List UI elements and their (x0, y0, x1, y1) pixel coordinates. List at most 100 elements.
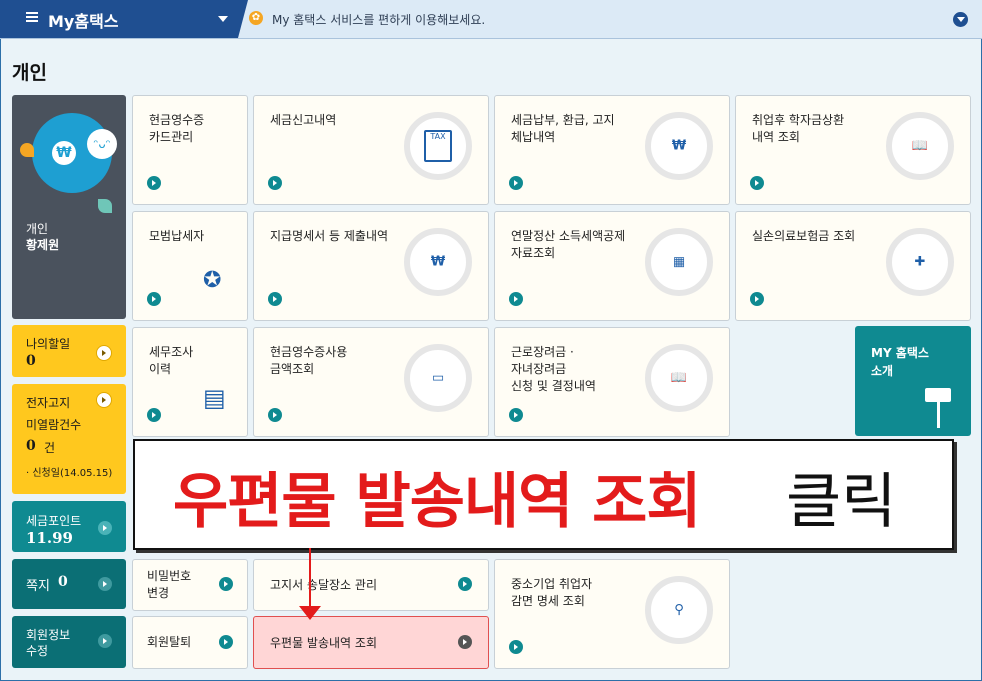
document-won-icon: ₩ (430, 254, 446, 270)
profile-name: 황제원 (26, 238, 60, 252)
ebill-count: 0 (26, 438, 36, 454)
profile-card: ₩ ᵔᴗᵔ 개인 황제원 (12, 95, 126, 319)
tile-earned-income-credit[interactable]: 근로장려금 · 자녀장려금 신청 및 결정내역 📖 (494, 327, 730, 437)
tile-tax-audit-history[interactable]: 세무조사 이력 ▤ (132, 327, 248, 437)
points-label: 세금포인트 (26, 514, 82, 528)
arrow-right-icon[interactable] (147, 176, 161, 190)
won-coin-icon: ₩ (671, 138, 687, 154)
memo-label: 쪽지 (26, 579, 50, 594)
book-icon: 📖 (911, 138, 929, 154)
arrow-right-icon[interactable] (458, 635, 472, 649)
signpost-icon (925, 388, 951, 402)
arrow-right-icon[interactable] (98, 634, 112, 648)
member-info-sub-label: 수정 (26, 644, 49, 658)
ebill-label: 전자고지 (26, 396, 71, 410)
pointer-arrow-icon (299, 606, 321, 620)
member-info-label: 회원정보 (26, 628, 71, 642)
notebook-icon: ▤ (203, 384, 226, 412)
tile-year-end-settlement[interactable]: 연말정산 소득세액공제 자료조회 ▦ (494, 211, 730, 321)
tile-label: 현금영수증사용 금액조회 (270, 345, 348, 376)
arrow-right-icon[interactable] (509, 640, 523, 654)
leaf-icon (98, 199, 112, 213)
points-card[interactable]: 세금포인트 11.99 (12, 501, 126, 552)
ebill-note: · 신청일(14.05.15) (26, 468, 113, 479)
tile-medical-insurance[interactable]: 실손의료보험금 조회 ✚ (735, 211, 971, 321)
memo-card[interactable]: 쪽지 0 (12, 559, 126, 609)
arrow-right-icon[interactable] (509, 292, 523, 306)
callout-highlight-text: 우편물 발송내역 조회 (173, 467, 702, 537)
arrow-right-icon[interactable] (98, 577, 112, 591)
arrow-right-icon[interactable] (96, 392, 112, 408)
arrow-right-icon[interactable] (750, 176, 764, 190)
tax-document-icon: TAX (424, 130, 452, 162)
arrow-right-icon[interactable] (268, 176, 282, 190)
pointer-line (309, 548, 311, 608)
arrow-right-icon[interactable] (268, 292, 282, 306)
arrow-right-icon[interactable] (268, 408, 282, 422)
tile-cash-receipt-usage[interactable]: 현금영수증사용 금액조회 ▭ (253, 327, 489, 437)
tile-label: 세금신고내역 (270, 113, 337, 127)
tile-label: 취업후 학자금상환 내역 조회 (752, 113, 845, 144)
tile-cash-receipt-card[interactable]: 현금영수증 카드관리 (132, 95, 248, 205)
todo-label: 나의할일 (26, 337, 71, 351)
tile-label: 우편물 발송내역 조회 (270, 636, 377, 650)
tile-model-taxpayer[interactable]: 모범납세자 ✪ (132, 211, 248, 321)
tile-label: 세금납부, 환급, 고지 체납내역 (511, 113, 615, 144)
medal-icon: ✪ (203, 268, 222, 293)
tile-label: 연말정산 소득세액공제 자료조회 (511, 229, 626, 260)
points-value: 11.99 (26, 529, 73, 547)
ebill-card[interactable]: 전자고지 미열람건수 0 건 · 신청일(14.05.15) (12, 384, 126, 494)
my-hometax-title: MY 홈택스 소개 (871, 344, 929, 380)
ring: ✚ (886, 228, 954, 296)
arrow-right-icon[interactable] (98, 521, 112, 535)
arrow-right-icon[interactable] (219, 577, 233, 591)
arrow-right-icon[interactable] (509, 176, 523, 190)
star-icon: ✿ (249, 11, 263, 25)
my-hometax-sub-label: 소개 (871, 364, 894, 378)
member-info-card[interactable]: 회원정보 수정 (12, 616, 126, 668)
tile-tax-report-history[interactable]: 세금신고내역 TAX (253, 95, 489, 205)
tile-sme-employee-reduction[interactable]: 중소기업 취업자 감면 명세 조회 ⚲ (494, 559, 730, 669)
ring: ₩ (404, 228, 472, 296)
tile-label: 실손의료보험금 조회 (752, 229, 856, 243)
ring: ▦ (645, 228, 713, 296)
book-icon: 📖 (670, 370, 688, 386)
brand-menu[interactable]: My홈택스 (0, 0, 238, 38)
person-search-icon: ⚲ (674, 602, 684, 618)
tile-payment-statement[interactable]: 지급명세서 등 제출내역 ₩ (253, 211, 489, 321)
arrow-right-icon[interactable] (458, 577, 472, 591)
won-icon: ₩ (52, 141, 76, 165)
todo-count: 0 (26, 353, 36, 369)
ebill-unit: 건 (44, 441, 56, 455)
arrow-right-icon[interactable] (147, 408, 161, 422)
tile-change-password[interactable]: 비밀번호 변경 (132, 559, 248, 611)
arrow-right-icon[interactable] (147, 292, 161, 306)
arrow-right-icon[interactable] (219, 635, 233, 649)
hamburger-icon[interactable] (26, 12, 38, 14)
tile-notice-delivery-place[interactable]: 고지서 송달장소 관리 (253, 559, 489, 611)
ring: TAX (404, 112, 472, 180)
ring: 📖 (886, 112, 954, 180)
tile-label: 모범납세자 (149, 229, 205, 243)
tile-student-loan[interactable]: 취업후 학자금상환 내역 조회 📖 (735, 95, 971, 205)
dropdown-caret-icon[interactable] (218, 16, 228, 22)
signpost-pole (937, 402, 940, 428)
arrow-right-icon[interactable] (96, 345, 112, 361)
brand-tail (238, 0, 248, 38)
arrow-right-icon[interactable] (509, 408, 523, 422)
section-title: 개인 (12, 62, 47, 84)
ring: ₩ (645, 112, 713, 180)
ring: ⚲ (645, 576, 713, 644)
arrow-right-icon[interactable] (750, 292, 764, 306)
todo-card[interactable]: 나의할일 0 (12, 325, 126, 377)
expand-icon[interactable] (953, 12, 968, 27)
my-hometax-intro-card[interactable]: MY 홈택스 소개 (855, 326, 971, 436)
tile-label: 회원탈퇴 (147, 635, 192, 649)
tile-label: 비밀번호 변경 (147, 569, 192, 600)
tile-label: 현금영수증 카드관리 (149, 113, 205, 144)
tile-label: 세무조사 이력 (149, 345, 194, 376)
tile-withdraw-membership[interactable]: 회원탈퇴 (132, 616, 248, 669)
tile-mail-delivery-history[interactable]: 우편물 발송내역 조회 (253, 616, 489, 669)
tile-tax-payment[interactable]: 세금납부, 환급, 고지 체납내역 ₩ (494, 95, 730, 205)
spreadsheet-icon: ▦ (672, 254, 686, 270)
